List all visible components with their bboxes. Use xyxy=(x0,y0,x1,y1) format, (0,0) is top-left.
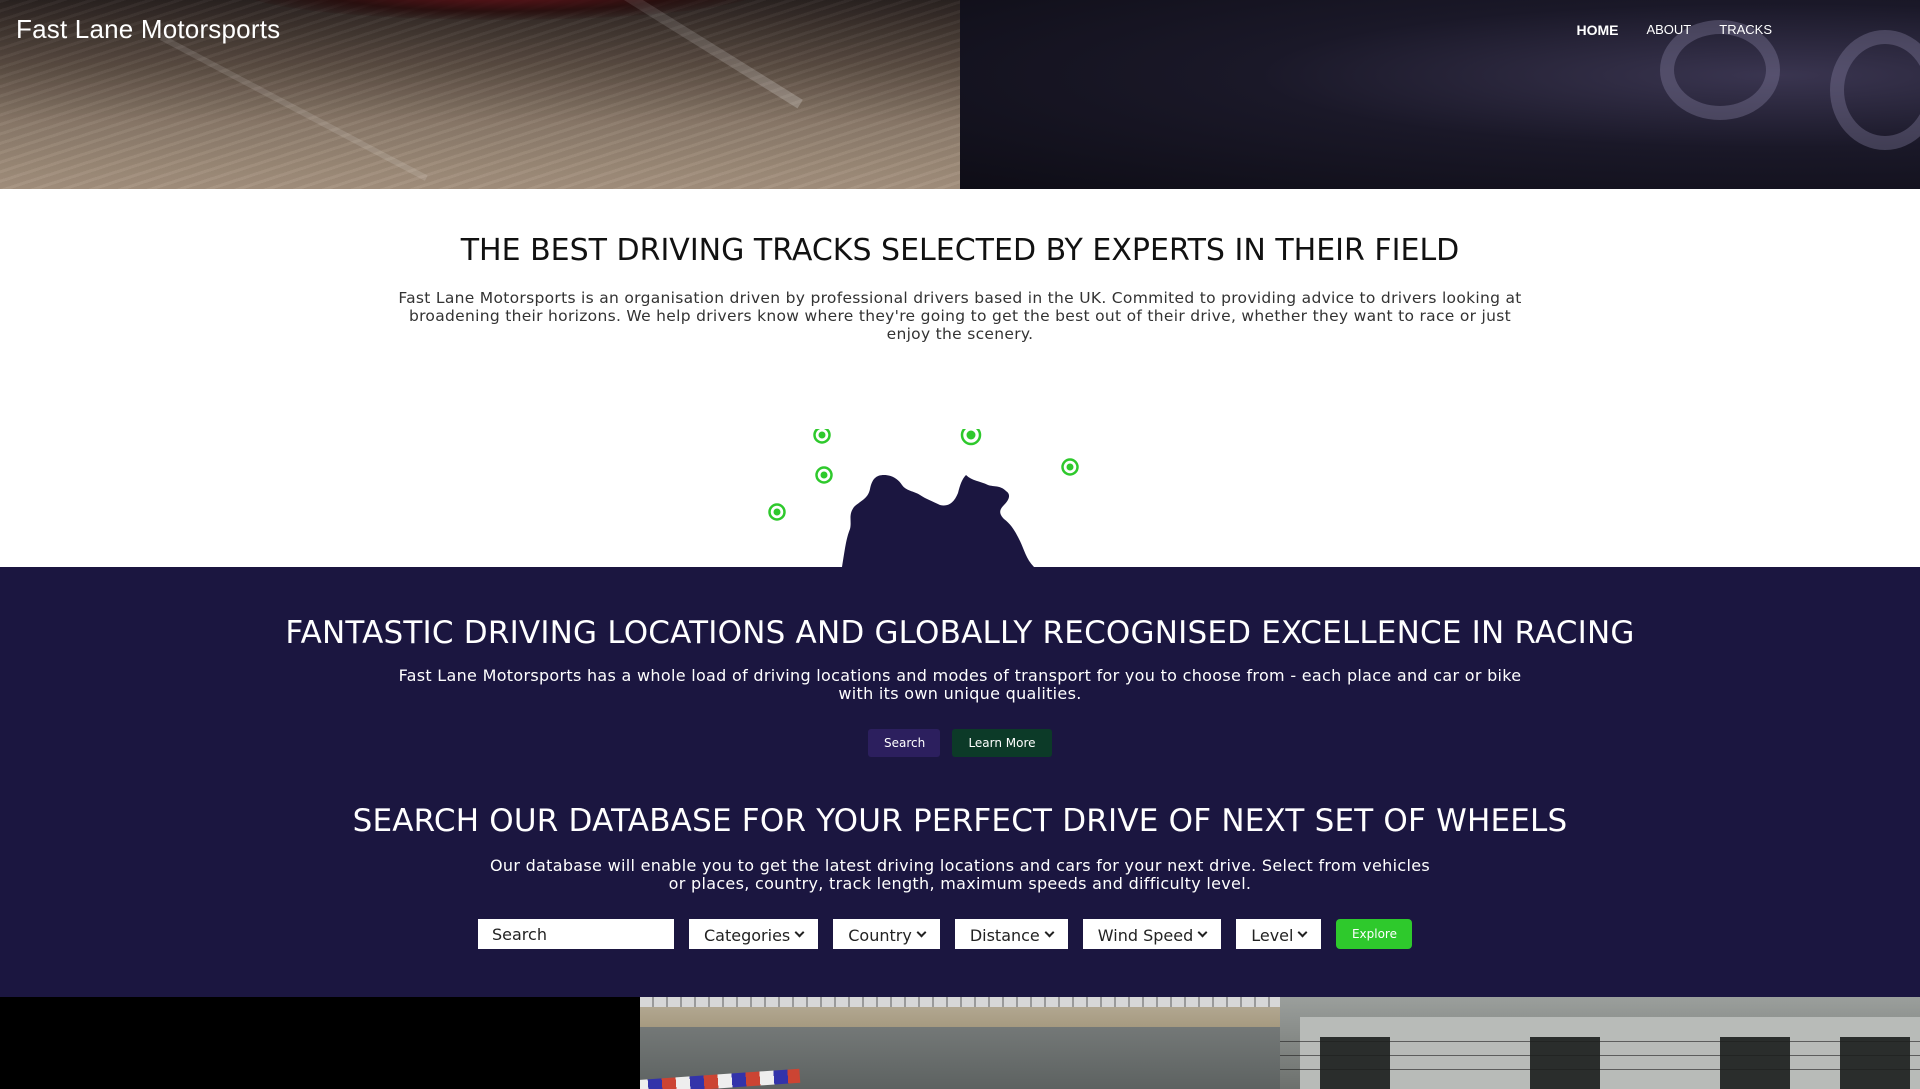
gallery-image-track xyxy=(640,997,1280,1089)
location-marker[interactable] xyxy=(815,466,833,484)
location-markers xyxy=(768,429,1079,521)
search-input[interactable] xyxy=(478,919,674,949)
chevron-down-icon xyxy=(1197,927,1208,938)
database-text: Our database will enable you to get the … xyxy=(490,856,1430,893)
location-marker[interactable] xyxy=(813,429,831,444)
wind-speed-label: Wind Speed xyxy=(1097,926,1194,945)
country-dropdown[interactable]: Country xyxy=(833,919,940,949)
gauge-ring xyxy=(1830,30,1920,150)
site-logo[interactable]: Fast Lane Motorsports xyxy=(16,14,280,45)
building-window xyxy=(1530,1037,1600,1089)
track-curb xyxy=(640,1068,801,1089)
nav-about[interactable]: ABOUT xyxy=(1646,22,1691,38)
building xyxy=(1300,1017,1920,1089)
chevron-down-icon xyxy=(916,927,927,938)
hero-car-image xyxy=(240,0,760,20)
gallery-image-building xyxy=(1280,997,1920,1089)
main-nav: HOME ABOUT TRACKS xyxy=(1576,22,1772,38)
building-window xyxy=(1720,1037,1790,1089)
search-filters: Categories Country Distance Wind Speed L… xyxy=(478,919,1413,949)
feature-text: Fast Lane Motorsports has a whole load o… xyxy=(398,666,1522,703)
feature-section: FANTASTIC DRIVING LOCATIONS AND GLOBALLY… xyxy=(0,567,1920,997)
nav-tracks[interactable]: TRACKS xyxy=(1719,22,1772,38)
building-window xyxy=(1840,1037,1910,1089)
level-dropdown[interactable]: Level xyxy=(1236,919,1322,949)
distance-dropdown[interactable]: Distance xyxy=(954,919,1068,949)
categories-dropdown[interactable]: Categories xyxy=(689,919,819,949)
chevron-down-icon xyxy=(1044,927,1055,938)
gallery-image-dark xyxy=(0,997,640,1089)
fence-wire xyxy=(1280,1069,1920,1070)
road-stripe xyxy=(160,34,428,181)
level-label: Level xyxy=(1251,926,1294,945)
wind-speed-dropdown[interactable]: Wind Speed xyxy=(1082,919,1222,949)
location-marker[interactable] xyxy=(1061,458,1079,476)
learn-more-button[interactable]: Learn More xyxy=(952,729,1052,757)
track-wall xyxy=(640,997,1280,1007)
nav-home[interactable]: HOME xyxy=(1576,22,1618,38)
intro-section: THE BEST DRIVING TRACKS SELECTED BY EXPE… xyxy=(0,189,1920,567)
building-window xyxy=(1320,1037,1390,1089)
chevron-down-icon xyxy=(794,927,805,938)
database-title: SEARCH OUR DATABASE FOR YOUR PERFECT DRI… xyxy=(352,803,1568,839)
intro-title: THE BEST DRIVING TRACKS SELECTED BY EXPE… xyxy=(460,233,1460,268)
intro-text: Fast Lane Motorsports is an organisation… xyxy=(398,289,1522,343)
fence-wire xyxy=(1280,1055,1920,1056)
location-marker[interactable] xyxy=(960,429,982,446)
image-gallery xyxy=(0,997,1920,1089)
explore-button[interactable]: Explore xyxy=(1336,919,1413,949)
fence-wire xyxy=(1280,1041,1920,1042)
location-marker[interactable] xyxy=(768,503,786,521)
hero-banner: Fast Lane Motorsports HOME ABOUT TRACKS xyxy=(0,0,1920,189)
distance-label: Distance xyxy=(969,926,1040,945)
categories-label: Categories xyxy=(704,926,791,945)
feature-title: FANTASTIC DRIVING LOCATIONS AND GLOBALLY… xyxy=(285,615,1635,651)
hero-image-interior xyxy=(960,0,1920,189)
country-label: Country xyxy=(848,926,912,945)
chevron-down-icon xyxy=(1298,927,1308,938)
search-button[interactable]: Search xyxy=(868,729,940,757)
feature-buttons: Search Learn More xyxy=(0,729,1920,757)
